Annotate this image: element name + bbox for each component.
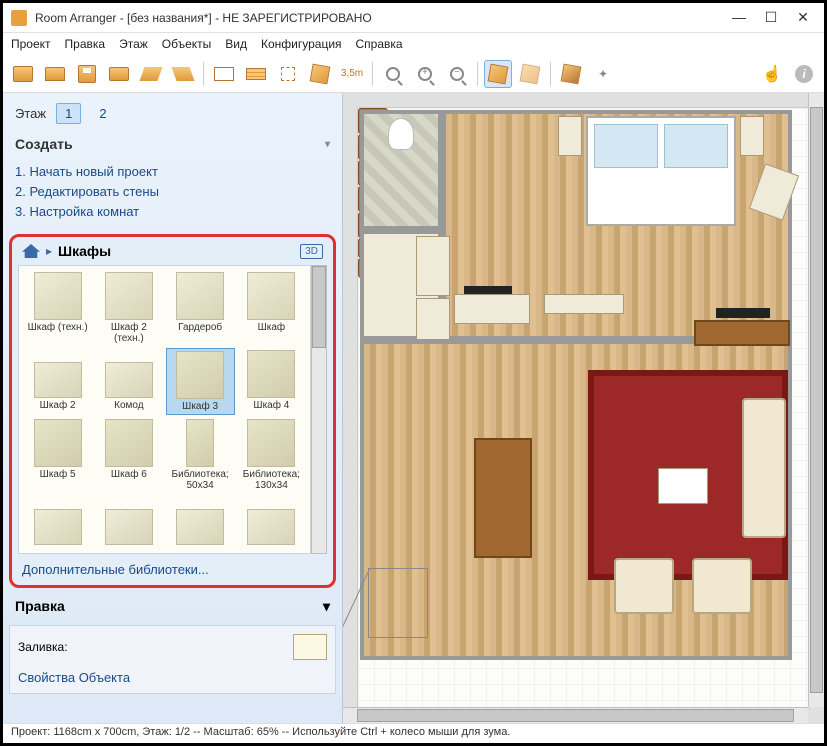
status-bar: Проект: 1168cm x 700cm, Этаж: 1/2 -- Мас… <box>3 723 824 743</box>
door-object[interactable] <box>368 568 428 638</box>
floor-2-button[interactable]: 2 <box>91 104 114 123</box>
library-panel: ▸ Шкафы 3D Шкаф (техн.) Шкаф 2 (техн.) Г… <box>9 234 336 588</box>
library-category-title: Шкафы <box>58 243 111 259</box>
canvas-horizontal-scrollbar[interactable] <box>343 707 808 723</box>
menu-objects[interactable]: Объекты <box>162 37 212 51</box>
library-item[interactable]: Комод <box>94 348 163 415</box>
fill-label: Заливка: <box>18 640 68 654</box>
collapse-icon: ▾ <box>325 139 330 150</box>
more-libraries-link[interactable]: Дополнительные библиотеки... <box>18 554 327 579</box>
desk-object[interactable] <box>454 294 530 324</box>
library-item[interactable] <box>166 495 235 549</box>
nightstand-object[interactable] <box>558 116 582 156</box>
object-tool-button[interactable] <box>306 60 334 88</box>
library-item[interactable]: Гардероб <box>166 270 235 346</box>
home-icon[interactable] <box>22 244 40 258</box>
edit-section-header[interactable]: Правка ▾ <box>9 592 336 621</box>
toolbar: 3,5m ✦ ☝ i <box>3 55 824 93</box>
create-new-project[interactable]: 1. Начать новый проект <box>15 162 330 182</box>
light-button[interactable]: ✦ <box>589 60 617 88</box>
view-walk-button[interactable] <box>516 60 544 88</box>
view-3d-button[interactable] <box>484 60 512 88</box>
floor-selector: Этаж 1 2 <box>9 99 336 128</box>
create-edit-walls[interactable]: 2. Редактировать стены <box>15 182 330 202</box>
title-bar: Room Arranger - [без названия*] - НЕ ЗАР… <box>3 3 824 33</box>
menu-project[interactable]: Проект <box>11 37 51 51</box>
menu-floor[interactable]: Этаж <box>119 37 148 51</box>
wardrobe-object[interactable] <box>416 236 450 296</box>
library-item[interactable] <box>23 495 92 549</box>
save-button[interactable] <box>73 60 101 88</box>
sofa-object[interactable] <box>742 398 786 538</box>
collapse-icon: ▾ <box>323 598 330 615</box>
create-section-header[interactable]: Создать ▾ <box>9 132 336 156</box>
menu-edit[interactable]: Правка <box>65 37 106 51</box>
armchair-object[interactable] <box>692 558 752 614</box>
library-scrollbar[interactable] <box>311 265 327 554</box>
library-item[interactable]: Шкаф 2 (техн.) <box>94 270 163 346</box>
window-title: Room Arranger - [без названия*] - НЕ ЗАР… <box>35 11 732 25</box>
library-item-selected[interactable]: Шкаф 3 <box>166 348 235 415</box>
zoom-fit-button[interactable] <box>379 60 407 88</box>
breadcrumb-arrow-icon: ▸ <box>46 244 52 258</box>
info-button[interactable]: i <box>790 60 818 88</box>
floor-label: Этаж <box>15 106 46 121</box>
create-section-title: Создать <box>15 136 73 152</box>
wall-tool-button[interactable] <box>210 60 238 88</box>
library-item[interactable]: Шкаф 6 <box>94 417 163 493</box>
sidebar: Этаж 1 2 Создать ▾ 1. Начать новый проек… <box>3 93 343 723</box>
maximize-button[interactable]: ☐ <box>764 9 778 26</box>
library-3d-toggle[interactable]: 3D <box>300 244 323 259</box>
canvas-area <box>343 93 824 723</box>
tv-object[interactable] <box>716 308 770 318</box>
fill-swatch[interactable] <box>293 634 327 660</box>
library-item[interactable]: Шкаф 2 <box>23 348 92 415</box>
toilet-object[interactable] <box>388 118 414 150</box>
edit-section-body: Заливка: Свойства Объекта <box>9 625 336 694</box>
library-item[interactable] <box>237 495 306 549</box>
zoom-in-button[interactable] <box>411 60 439 88</box>
zoom-out-button[interactable] <box>443 60 471 88</box>
app-icon <box>11 10 27 26</box>
minimize-button[interactable]: — <box>732 9 746 26</box>
object-properties-link[interactable]: Свойства Объекта <box>18 670 327 685</box>
library-item[interactable] <box>94 495 163 549</box>
bookshelf-object[interactable] <box>544 294 624 314</box>
print-button[interactable] <box>105 60 133 88</box>
menu-bar: Проект Правка Этаж Объекты Вид Конфигура… <box>3 33 824 55</box>
menu-help[interactable]: Справка <box>356 37 403 51</box>
library-item[interactable]: Библиотека; 50x34 <box>166 417 235 493</box>
coffee-table-object[interactable] <box>658 468 708 504</box>
library-item[interactable]: Шкаф <box>237 270 306 346</box>
menu-config[interactable]: Конфигурация <box>261 37 342 51</box>
canvas-vertical-scrollbar[interactable] <box>808 93 824 707</box>
library-item[interactable]: Шкаф 4 <box>237 348 306 415</box>
touch-button[interactable]: ☝ <box>758 60 786 88</box>
close-button[interactable]: ✕ <box>796 9 810 26</box>
library-grid: Шкаф (техн.) Шкаф 2 (техн.) Гардероб Шка… <box>18 265 311 554</box>
open-button[interactable] <box>41 60 69 88</box>
undo-button[interactable] <box>137 60 165 88</box>
menu-view[interactable]: Вид <box>225 37 247 51</box>
nightstand-object[interactable] <box>740 116 764 156</box>
library-item[interactable]: Библиотека; 130x34 <box>237 417 306 493</box>
measure-tool-button[interactable]: 3,5m <box>338 60 366 88</box>
select-tool-button[interactable] <box>274 60 302 88</box>
create-list: 1. Начать новый проект 2. Редактировать … <box>9 160 336 230</box>
dining-table-object[interactable] <box>474 438 532 558</box>
new-button[interactable] <box>9 60 37 88</box>
tv-stand-object[interactable] <box>694 320 790 346</box>
wardrobe-object[interactable] <box>416 298 450 340</box>
redo-button[interactable] <box>169 60 197 88</box>
bricks-tool-button[interactable] <box>242 60 270 88</box>
library-item[interactable]: Шкаф (техн.) <box>23 270 92 346</box>
library-item[interactable]: Шкаф 5 <box>23 417 92 493</box>
floor-1-button[interactable]: 1 <box>56 103 81 124</box>
create-room-setup[interactable]: 3. Настройка комнат <box>15 202 330 222</box>
bed-object[interactable] <box>586 116 736 226</box>
floorplan-canvas[interactable] <box>357 107 810 709</box>
armchair-object[interactable] <box>614 558 674 614</box>
monitor-object[interactable] <box>464 286 512 294</box>
render-button[interactable] <box>557 60 585 88</box>
